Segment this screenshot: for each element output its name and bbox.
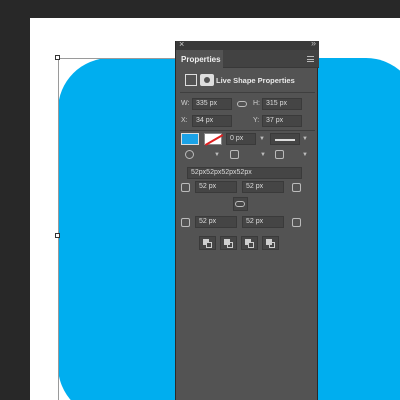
section-title: Live Shape Properties xyxy=(216,76,295,85)
divider xyxy=(180,130,315,131)
height-label: H: xyxy=(253,100,260,107)
x-label: X: xyxy=(181,117,188,124)
corner-bottom-right-field[interactable]: 52 px xyxy=(242,216,284,228)
stroke-corner-icon[interactable] xyxy=(275,150,284,159)
corner-bottom-right-icon xyxy=(292,218,301,227)
transform-handle-middle-left[interactable] xyxy=(55,233,60,238)
corner-radius-combined-field[interactable]: 52px52px52px52px xyxy=(187,167,302,179)
corner-top-right-icon xyxy=(292,183,301,192)
pathfinder-intersect-button[interactable] xyxy=(241,236,258,250)
transform-icon[interactable] xyxy=(185,74,197,86)
selection-bound-left xyxy=(58,58,59,400)
corner-bottom-left-icon xyxy=(181,218,190,227)
tab-properties[interactable]: Properties xyxy=(176,50,223,68)
corner-bottom-left-field[interactable]: 52 px xyxy=(195,216,237,228)
panel-tab-row: Properties xyxy=(176,50,319,68)
corner-top-left-field[interactable]: 52 px xyxy=(195,181,237,193)
pathfinder-combine-button[interactable] xyxy=(199,236,216,250)
panel-menu-icon[interactable] xyxy=(307,56,314,62)
x-field[interactable]: 34 px xyxy=(192,115,232,127)
divider xyxy=(180,92,315,93)
height-field[interactable]: 315 px xyxy=(262,98,302,110)
mask-icon[interactable] xyxy=(200,74,214,86)
chevron-down-icon[interactable]: ▼ xyxy=(260,152,266,158)
y-field[interactable]: 37 px xyxy=(262,115,302,127)
stroke-width-field[interactable]: 0 px xyxy=(226,133,256,145)
link-icon[interactable] xyxy=(237,101,247,107)
stroke-align-icon[interactable] xyxy=(185,150,194,159)
properties-panel: × » Properties Live Shape Properties W: … xyxy=(175,38,319,400)
pathfinder-subtract-button[interactable] xyxy=(220,236,237,250)
chevron-down-icon[interactable]: ▼ xyxy=(302,152,308,158)
stroke-line-icon xyxy=(275,139,295,141)
fill-color-swatch[interactable] xyxy=(181,133,199,145)
corner-top-left-icon xyxy=(181,183,190,192)
stroke-cap-icon[interactable] xyxy=(230,150,239,159)
panel-top-bar: × » xyxy=(176,38,319,50)
stroke-color-swatch[interactable] xyxy=(204,133,222,145)
width-label: W: xyxy=(181,100,190,107)
stroke-type-dropdown[interactable] xyxy=(270,133,300,145)
chevron-down-icon[interactable]: ▼ xyxy=(259,136,265,142)
corner-link-button[interactable] xyxy=(233,197,248,211)
transform-handle-top-left[interactable] xyxy=(55,55,60,60)
close-icon[interactable]: × xyxy=(179,39,184,49)
width-field[interactable]: 335 px xyxy=(192,98,232,110)
selection-bound-top xyxy=(58,58,178,59)
pathfinder-exclude-button[interactable] xyxy=(262,236,279,250)
corner-top-right-field[interactable]: 52 px xyxy=(242,181,284,193)
link-icon xyxy=(235,201,245,207)
chevron-down-icon[interactable]: ▼ xyxy=(214,152,220,158)
collapse-icon[interactable]: » xyxy=(311,38,316,48)
y-label: Y: xyxy=(253,117,260,124)
chevron-down-icon[interactable]: ▼ xyxy=(302,136,308,142)
